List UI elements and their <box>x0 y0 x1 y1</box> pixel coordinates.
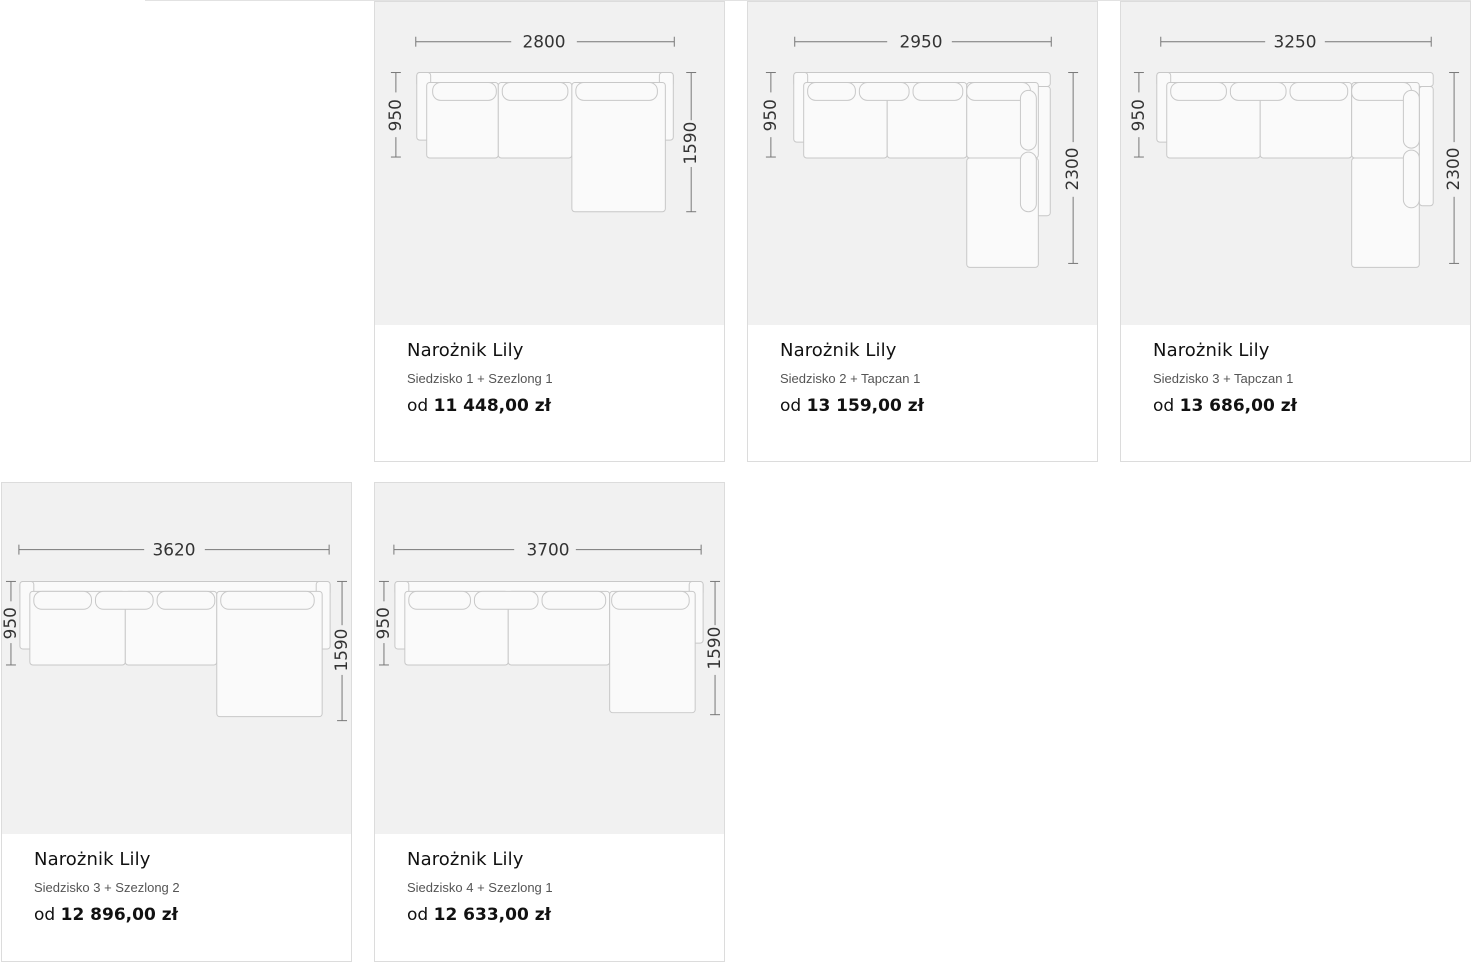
price-prefix: od <box>407 905 429 925</box>
chaise-depth-label: 2300 <box>1443 147 1463 190</box>
width-label: 3700 <box>527 540 570 560</box>
price-prefix: od <box>407 396 429 416</box>
product-info: Narożnik Lily Siedzisko 2 + Tapczan 1 od… <box>780 340 1077 416</box>
price-amount: 12 896,00 zł <box>60 905 178 925</box>
chaise-depth-label: 2300 <box>1062 147 1082 190</box>
sofa-diagram-icon: 2950 950 2300 <box>760 32 1082 268</box>
product-card[interactable]: 2800 950 1590 Narożnik Lily Siedzisko 1 … <box>374 1 725 462</box>
product-subtitle: Siedzisko 3 + Tapczan 1 <box>1153 371 1294 386</box>
product-info: Narożnik Lily Siedzisko 3 + Tapczan 1 od… <box>1153 340 1450 416</box>
product-image[interactable]: 3620 950 1590 <box>2 483 351 834</box>
price-prefix: od <box>780 396 802 416</box>
product-card[interactable]: 3620 950 1590 Narożnik Lily Siedzisko 3 … <box>1 482 352 962</box>
depth-label: 950 <box>760 99 780 131</box>
product-title[interactable]: Narożnik Lily <box>407 849 704 870</box>
price-amount: 13 686,00 zł <box>1179 396 1297 416</box>
depth-label: 950 <box>385 99 405 131</box>
price-prefix: od <box>1153 396 1175 416</box>
product-price: od 12 896,00 zł <box>34 905 331 925</box>
product-info: Narożnik Lily Siedzisko 1 + Szezlong 1 o… <box>407 340 704 416</box>
product-subtitle: Siedzisko 3 + Szezlong 2 <box>34 880 180 895</box>
product-title[interactable]: Narożnik Lily <box>34 849 331 870</box>
depth-label: 950 <box>375 607 393 639</box>
sofa-diagram-icon: 3620 950 1590 <box>2 540 351 722</box>
width-label: 3620 <box>153 540 196 560</box>
product-image[interactable]: 3250 950 2300 <box>1121 2 1470 325</box>
width-label: 2950 <box>900 32 943 52</box>
product-info: Narożnik Lily Siedzisko 3 + Szezlong 2 o… <box>34 849 331 925</box>
sofa-diagram-icon: 3700 950 1590 <box>375 540 724 716</box>
product-price: od 13 686,00 zł <box>1153 396 1450 416</box>
product-info: Narożnik Lily Siedzisko 4 + Szezlong 1 o… <box>407 849 704 925</box>
price-prefix: od <box>34 905 56 925</box>
sofa-diagram-icon: 3250 950 2300 <box>1128 32 1463 268</box>
chaise-depth-label: 1590 <box>680 122 700 165</box>
product-card[interactable]: 2950 950 2300 Narożnik Lily Siedzisko 2 … <box>747 1 1098 462</box>
depth-label: 950 <box>1128 99 1148 131</box>
product-image[interactable]: 3700 950 1590 <box>375 483 724 834</box>
depth-label: 950 <box>2 607 20 639</box>
chaise-depth-label: 1590 <box>331 629 351 672</box>
chaise-depth-label: 1590 <box>704 627 724 670</box>
product-subtitle: Siedzisko 2 + Tapczan 1 <box>780 371 921 386</box>
product-subtitle: Siedzisko 1 + Szezlong 1 <box>407 371 553 386</box>
price-amount: 12 633,00 zł <box>433 905 551 925</box>
width-label: 3250 <box>1274 32 1317 52</box>
product-image[interactable]: 2950 950 2300 <box>748 2 1097 325</box>
product-card[interactable]: 3250 950 2300 Narożnik Lily Siedzisko 3 … <box>1120 1 1471 462</box>
product-title[interactable]: Narożnik Lily <box>1153 340 1450 361</box>
sofa-diagram-icon: 2800 950 1590 <box>385 32 700 213</box>
product-price: od 12 633,00 zł <box>407 905 704 925</box>
width-label: 2800 <box>523 32 566 52</box>
price-amount: 11 448,00 zł <box>433 396 551 416</box>
product-price: od 13 159,00 zł <box>780 396 1077 416</box>
product-price: od 11 448,00 zł <box>407 396 704 416</box>
product-card[interactable]: 3700 950 1590 Narożnik Lily Siedzisko 4 … <box>374 482 725 962</box>
product-subtitle: Siedzisko 4 + Szezlong 1 <box>407 880 553 895</box>
product-title[interactable]: Narożnik Lily <box>780 340 1077 361</box>
product-image[interactable]: 2800 950 1590 <box>375 2 724 325</box>
product-title[interactable]: Narożnik Lily <box>407 340 704 361</box>
price-amount: 13 159,00 zł <box>806 396 924 416</box>
